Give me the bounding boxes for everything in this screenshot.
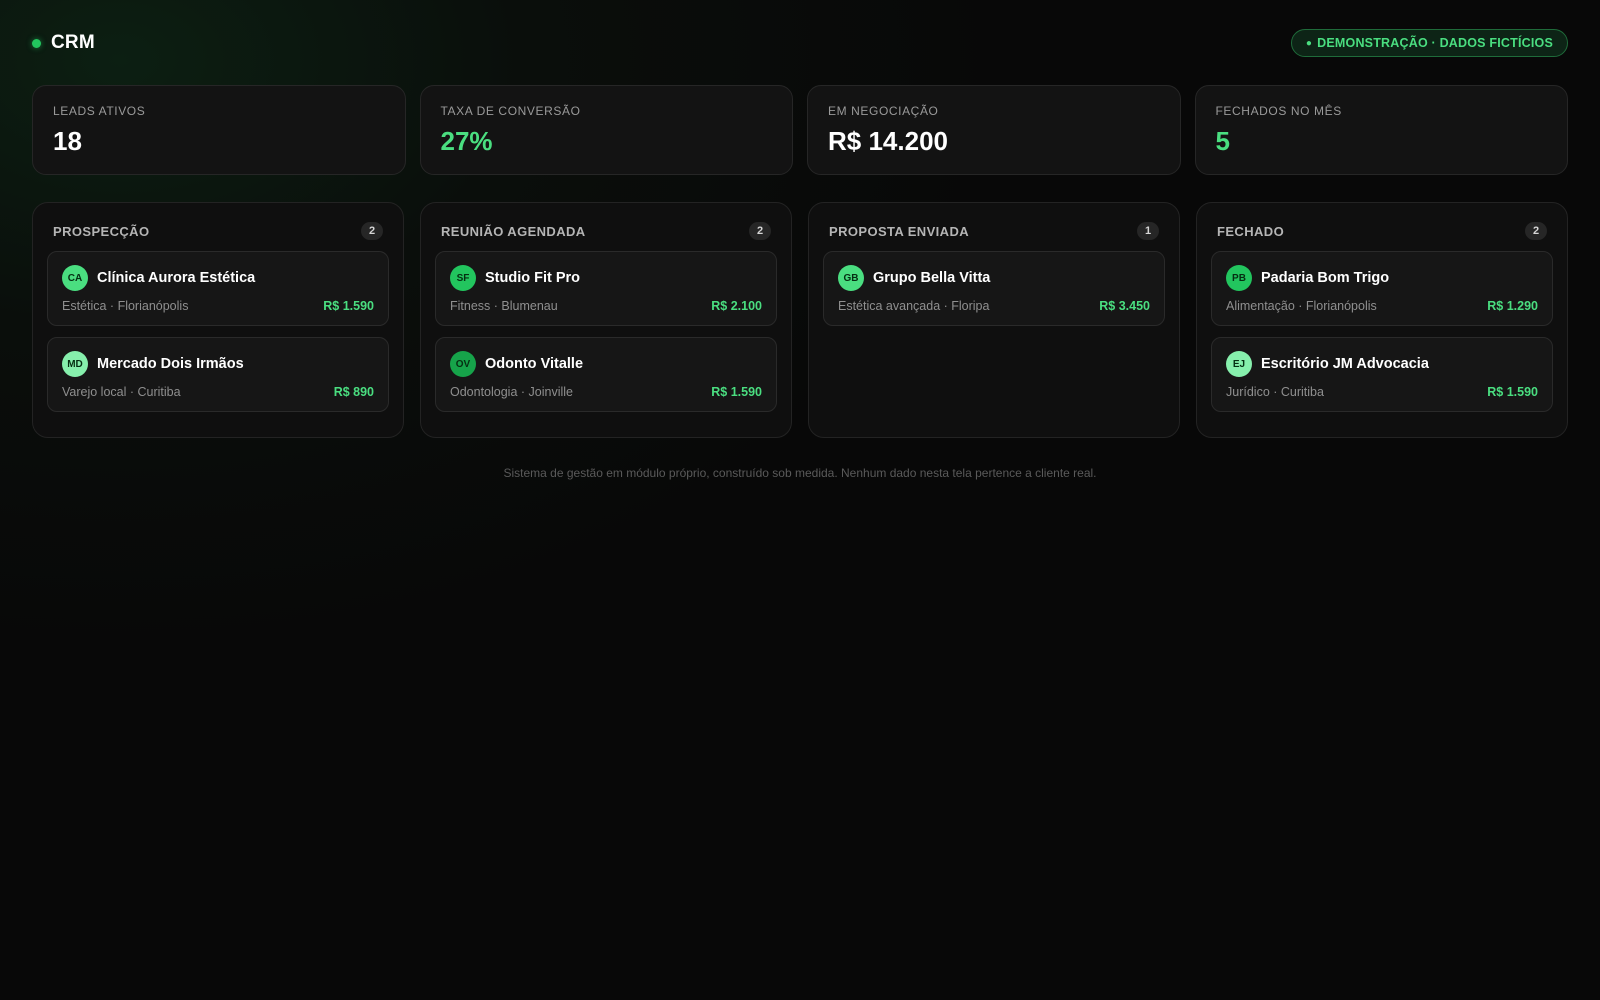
deal-card[interactable]: SF Studio Fit Pro Fitness · Blumenau R$ …: [435, 251, 777, 326]
deal-value: R$ 890: [333, 385, 374, 399]
kpi-card-leads: LEADS ATIVOS 18: [32, 85, 406, 175]
demo-badge-label: DEMONSTRAÇÃO · DADOS FICTÍCIOS: [1317, 36, 1553, 50]
deal-name: Padaria Bom Trigo: [1261, 270, 1390, 286]
demo-badge: ● DEMONSTRAÇÃO · DADOS FICTÍCIOS: [1290, 29, 1568, 57]
brand: CRM: [32, 32, 95, 54]
footer-disclaimer: Sistema de gestão em módulo próprio, con…: [503, 466, 1097, 480]
column-title: PROPOSTA ENVIADA: [829, 223, 970, 239]
top-bar: CRM ● DEMONSTRAÇÃO · DADOS FICTÍCIOS: [32, 28, 1568, 58]
column-header: FECHADO 2: [1211, 217, 1553, 241]
deal-value: R$ 2.100: [711, 299, 762, 313]
avatar: GB: [838, 265, 864, 291]
column-header: PROSPECÇÃO 2: [47, 217, 389, 241]
kpi-value: 5: [1215, 126, 1230, 156]
kpi-row: LEADS ATIVOS 18 TAXA DE CONVERSÃO 27% EM…: [32, 85, 1568, 175]
column-count-badge: 2: [1525, 222, 1547, 240]
deal-meta: Estética · Florianópolis: [62, 299, 189, 313]
column-title: PROSPECÇÃO: [53, 223, 150, 239]
deal-value: R$ 1.590: [1487, 385, 1538, 399]
deal-card[interactable]: GB Grupo Bella Vitta Estética avançada ·…: [823, 251, 1165, 326]
avatar: PB: [1226, 265, 1252, 291]
kpi-card-closed: FECHADOS NO MÊS 5: [1194, 85, 1568, 175]
deal-meta: Odontologia · Joinville: [450, 385, 573, 399]
kpi-value: 18: [53, 126, 82, 156]
deal-name: Studio Fit Pro: [485, 270, 581, 286]
deal-name: Grupo Bella Vitta: [873, 270, 991, 286]
deal-meta: Varejo local · Curitiba: [62, 385, 181, 399]
kpi-value: 27%: [440, 126, 493, 156]
column-count-badge: 1: [1137, 222, 1159, 240]
kpi-value: R$ 14.200: [828, 126, 948, 156]
status-dot-icon: [32, 38, 41, 48]
deal-value: R$ 1.590: [323, 299, 374, 313]
deal-meta: Jurídico · Curitiba: [1226, 385, 1324, 399]
kpi-card-negotiation: EM NEGOCIAÇÃO R$ 14.200: [807, 85, 1181, 175]
deal-name: Odonto Vitalle: [485, 356, 584, 372]
avatar: MD: [62, 351, 88, 377]
kpi-label: FECHADOS NO MÊS: [1215, 104, 1342, 118]
pipeline-column-reuniao: REUNIÃO AGENDADA 2 SF Studio Fit Pro Fit…: [420, 202, 792, 438]
avatar: OV: [450, 351, 476, 377]
deal-value: R$ 1.590: [711, 385, 762, 399]
kpi-card-conversion: TAXA DE CONVERSÃO 27%: [419, 85, 793, 175]
deal-meta: Estética avançada · Floripa: [838, 299, 990, 313]
deal-card[interactable]: CA Clínica Aurora Estética Estética · Fl…: [47, 251, 389, 326]
deal-name: Clínica Aurora Estética: [97, 270, 256, 286]
pipeline-board: PROSPECÇÃO 2 CA Clínica Aurora Estética …: [32, 202, 1568, 438]
column-count-badge: 2: [361, 222, 383, 240]
avatar: EJ: [1226, 351, 1252, 377]
deal-value: R$ 3.450: [1099, 299, 1150, 313]
kpi-label: LEADS ATIVOS: [53, 104, 146, 118]
pipeline-column-fechado: FECHADO 2 PB Padaria Bom Trigo Alimentaç…: [1196, 202, 1568, 438]
deal-name: Escritório JM Advocacia: [1261, 356, 1429, 372]
column-title: FECHADO: [1217, 223, 1285, 239]
deal-card[interactable]: PB Padaria Bom Trigo Alimentação · Flori…: [1211, 251, 1553, 326]
column-header: PROPOSTA ENVIADA 1: [823, 217, 1165, 241]
column-title: REUNIÃO AGENDADA: [441, 223, 586, 239]
avatar: SF: [450, 265, 476, 291]
avatar: CA: [62, 265, 88, 291]
deal-meta: Alimentação · Florianópolis: [1226, 299, 1377, 313]
demo-dot-icon: ●: [1305, 37, 1313, 49]
deal-card[interactable]: EJ Escritório JM Advocacia Jurídico · Cu…: [1211, 337, 1553, 412]
app-title: CRM: [51, 32, 95, 53]
column-header: REUNIÃO AGENDADA 2: [435, 217, 777, 241]
kpi-label: EM NEGOCIAÇÃO: [828, 104, 939, 118]
deal-name: Mercado Dois Irmãos: [97, 356, 244, 372]
pipeline-column-proposta: PROPOSTA ENVIADA 1 GB Grupo Bella Vitta …: [808, 202, 1180, 438]
pipeline-column-prospeccao: PROSPECÇÃO 2 CA Clínica Aurora Estética …: [32, 202, 404, 438]
deal-card[interactable]: OV Odonto Vitalle Odontologia · Joinvill…: [435, 337, 777, 412]
deal-value: R$ 1.290: [1487, 299, 1538, 313]
deal-card[interactable]: MD Mercado Dois Irmãos Varejo local · Cu…: [47, 337, 389, 412]
kpi-label: TAXA DE CONVERSÃO: [440, 104, 581, 118]
column-count-badge: 2: [749, 222, 771, 240]
deal-meta: Fitness · Blumenau: [450, 299, 558, 313]
